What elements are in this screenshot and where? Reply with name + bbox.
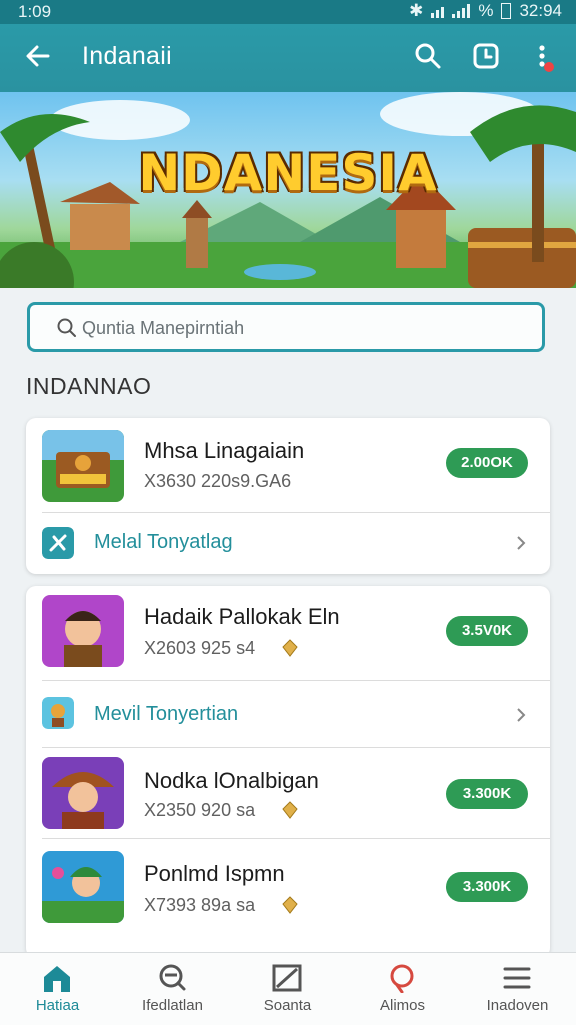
nav-item-gallery[interactable]: Soanta [230,953,345,1025]
character-icon [42,697,74,729]
tools-icon [42,527,74,559]
game-meta: X7393 89a sa [144,895,256,915]
section-title: INDANNAO [26,373,152,399]
game-card: Hadaik Pallokak Eln X2603 925 s4 3.5V0K … [26,586,550,958]
nav-item-places[interactable]: Alimos [345,953,460,1025]
wifi-icon [431,4,445,18]
game-meta: X3630 220s9.GA6 [144,471,292,491]
game-name: Mhsa Linagaiain [144,438,305,463]
battery-icon [501,3,512,19]
hero-title: NDANESIA [138,144,438,202]
bottom-nav: Hatiaa Ifedlatlan Soanta Alimos Inadoven [0,952,576,1025]
chevron-right-icon [517,708,526,722]
gem-icon [282,801,298,819]
bluetooth-icon: ✱ [409,1,424,20]
nav-item-chat[interactable]: Ifedlatlan [115,953,230,1025]
home-icon [44,966,70,992]
nav-item-home[interactable]: Hatiaa [0,953,115,1025]
game-card: Mhsa Linagaiain X3630 220s9.GA6 2.00OK M… [26,418,550,574]
search-icon [57,318,76,337]
image-icon [272,964,302,992]
notification-dot [544,62,554,72]
price-badge[interactable]: 3.5V0K [446,616,528,646]
nav-label: Ifedlatlan [142,997,203,1014]
gem-icon [282,896,298,914]
status-clock: 32:94 [519,1,562,20]
nav-label: Alimos [379,997,425,1014]
nav-label: Soanta [263,997,312,1014]
game-meta: X2350 920 sa [144,800,256,820]
list-item[interactable]: Ponlmd Ispmn X7393 89a sa 3.300K [26,839,550,939]
nav-label: Inadoven [486,997,549,1014]
chat-search-icon [159,964,186,991]
price-badge[interactable]: 2.00OK [446,448,528,478]
battery-text: % [478,1,494,20]
signal-icon [452,4,471,18]
gem-icon [282,639,298,657]
back-arrow-icon[interactable] [22,40,54,72]
list-item[interactable]: Nodka lOnalbigan X2350 920 sa 3.300K [26,748,550,838]
game-name: Nodka lOnalbigan [144,768,319,793]
search-placeholder: Quntia Manepirntiah [82,318,245,338]
game-thumbnail [42,851,124,923]
nav-label: Hatiaa [35,997,80,1014]
search-input[interactable]: Quntia Manepirntiah [27,302,545,352]
chevron-right-icon [517,536,526,550]
game-thumbnail [42,757,124,829]
app-bar: Indanaii [0,24,576,92]
search-icon[interactable] [412,40,444,72]
menu-icon [503,967,531,989]
status-time: 1:09 [18,2,52,21]
game-name: Ponlmd Ispmn [144,861,285,886]
status-bar: 1:09 ✱ % 32:94 [0,0,576,24]
pin-icon [390,964,414,993]
list-item[interactable]: Mhsa Linagaiain X3630 220s9.GA6 2.00OK [26,418,550,512]
sub-row[interactable]: Mevil Tonyertian [26,681,550,747]
list-item[interactable]: Hadaik Pallokak Eln X2603 925 s4 3.5V0K [26,586,550,680]
sub-row-label: Melal Tonyatlag [94,531,233,553]
game-thumbnail [42,430,124,502]
hero-banner: NDANESIA [0,92,576,288]
history-icon[interactable] [470,40,502,72]
sub-row-label: Mevil Tonyertian [94,703,239,725]
status-icons: ✱ % 32:94 [409,1,562,21]
price-badge[interactable]: 3.300K [446,779,528,809]
game-meta: X2603 925 s4 [144,638,256,658]
game-name: Hadaik Pallokak Eln [144,604,340,629]
nav-item-menu[interactable]: Inadoven [460,953,575,1025]
price-badge[interactable]: 3.300K [446,872,528,902]
app-title: Indanaii [82,42,172,70]
sub-row[interactable]: Melal Tonyatlag [26,513,550,573]
game-thumbnail [42,595,124,667]
